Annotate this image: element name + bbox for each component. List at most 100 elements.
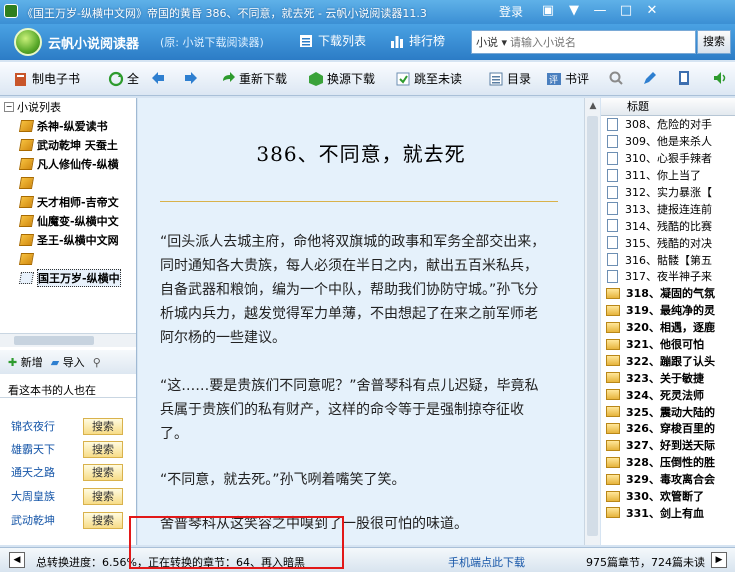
chapter-row[interactable]: 313、捷报连连前: [601, 200, 735, 217]
chapter-row[interactable]: 327、好到送天际: [601, 437, 735, 454]
toc-button[interactable]: 目录: [488, 70, 531, 87]
chapter-row[interactable]: 310、心狠手辣者: [601, 150, 735, 167]
novel-item[interactable]: 武动乾坤 天蚕土: [0, 135, 136, 154]
reading-pane[interactable]: 386、不同意，就去死 “回头派人去城主府，命他将双旗城的政事和军务全部交出来，…: [138, 98, 584, 545]
chapter-row[interactable]: 311、你上当了: [601, 167, 735, 184]
review-button[interactable]: 评 书评: [546, 70, 589, 87]
ranking-button[interactable]: 排行榜: [389, 32, 445, 49]
novel-item[interactable]: 仙魔变-纵横中文: [0, 211, 136, 230]
chapter-row[interactable]: 318、凝固的气氛: [601, 285, 735, 302]
novel-item[interactable]: [0, 173, 136, 192]
recommendation-search-button[interactable]: 搜索: [83, 487, 123, 505]
read-page-icon: [607, 117, 618, 131]
collapse-right-icon[interactable]: ▶: [711, 552, 727, 568]
chapter-row[interactable]: 324、死灵法师: [601, 386, 735, 403]
reader-vscrollbar[interactable]: ▲: [584, 98, 600, 545]
search-input[interactable]: [510, 35, 671, 49]
change-source-button[interactable]: 换源下载: [308, 70, 375, 87]
back-button[interactable]: [150, 70, 166, 86]
recommendation-link[interactable]: 雄霸天下: [11, 441, 55, 457]
make-ebook-button[interactable]: 制电子书: [13, 70, 80, 87]
recommendation-link[interactable]: 武动乾坤: [11, 512, 55, 528]
edit-button[interactable]: [642, 70, 658, 86]
recommendation-link[interactable]: 锦衣夜行: [11, 418, 55, 434]
chapter-row[interactable]: 320、相遇，逐鹿: [601, 319, 735, 336]
book-icon: [18, 233, 35, 246]
chapter-counts: 975篇章节，724篇未读: [586, 556, 705, 569]
recommendation-search-button[interactable]: 搜索: [83, 440, 123, 458]
recommendation-link[interactable]: 通天之路: [11, 464, 55, 480]
novel-list-header[interactable]: − 小说列表: [0, 98, 136, 116]
recommendation-search-button[interactable]: 搜索: [83, 463, 123, 481]
skin-icon[interactable]: ▣: [537, 2, 559, 20]
chapter-row[interactable]: 330、欢管断了: [601, 488, 735, 505]
forward-button[interactable]: [183, 70, 199, 86]
maximize-icon[interactable]: □: [615, 2, 637, 20]
scroll-thumb[interactable]: [587, 116, 598, 536]
chapter-list: 308、危险的对手 309、他是来杀人 310、心狠手辣者 311、你上当了 312、实…: [601, 116, 735, 521]
recommendation-link[interactable]: 大周皇族: [11, 488, 55, 504]
chapter-row[interactable]: 325、震动大陆的: [601, 403, 735, 420]
add-novel-button[interactable]: ✚ 新增: [8, 354, 43, 370]
book-icon: [18, 138, 35, 151]
chapter-row[interactable]: 309、他是来杀人: [601, 133, 735, 150]
chapter-row[interactable]: 321、他很可怕: [601, 336, 735, 353]
chapter-row[interactable]: 319、最纯净的灵: [601, 302, 735, 319]
mobile-download-link[interactable]: 手机端点此下载: [448, 554, 525, 570]
chapter-row[interactable]: 323、关于敏捷: [601, 369, 735, 386]
chapter-row[interactable]: 308、危险的对手: [601, 116, 735, 133]
login-link[interactable]: 登录: [499, 3, 523, 20]
sound-button[interactable]: [712, 70, 728, 86]
chapter-title-label: 331、剑上有血: [626, 506, 704, 520]
search-button[interactable]: 搜索: [697, 30, 731, 54]
chapter-row[interactable]: 322、蹦跟了认头: [601, 352, 735, 369]
chapter-title-label: 318、凝固的气氛: [626, 287, 715, 301]
import-button[interactable]: ▰ 导入: [51, 354, 85, 370]
collapse-icon[interactable]: −: [4, 102, 14, 112]
download-list-button[interactable]: 下载列表: [298, 32, 366, 49]
chapter-row[interactable]: 315、残酷的对决: [601, 234, 735, 251]
unread-envelope-icon: [606, 406, 620, 418]
read-page-icon: [607, 269, 618, 283]
chapter-list-header[interactable]: 标题: [601, 98, 735, 116]
jump-unread-button[interactable]: 跳至未读: [395, 70, 462, 87]
chapter-title-label: 327、好到送天际: [626, 439, 715, 453]
scroll-thumb[interactable]: [14, 336, 94, 345]
read-page-icon: [607, 202, 618, 216]
chapter-row[interactable]: 329、毒攻离合会: [601, 471, 735, 488]
change-source-icon: [309, 71, 323, 86]
chapter-row[interactable]: 328、压倒性的胜: [601, 454, 735, 471]
chapter-row[interactable]: 326、穿梭百里的: [601, 420, 735, 437]
book-icon: [18, 119, 35, 132]
novel-item-selected[interactable]: 国王万岁-纵横中: [0, 268, 136, 287]
unread-envelope-icon: [606, 338, 620, 350]
bookmark-button[interactable]: [676, 70, 692, 86]
chapter-row[interactable]: 312、实力暴涨【: [601, 184, 735, 201]
chapter-row[interactable]: 314、残酷的比赛: [601, 217, 735, 234]
find-button[interactable]: [608, 70, 624, 86]
close-icon[interactable]: ✕: [641, 2, 663, 20]
search-category-select[interactable]: 小说 ▾: [472, 34, 510, 50]
chapter-title-label: 314、残酷的比赛: [625, 219, 712, 233]
minimize-icon[interactable]: —: [589, 2, 611, 20]
novel-item[interactable]: 凡人修仙传-纵横: [0, 154, 136, 173]
unread-envelope-icon: [606, 439, 620, 451]
scroll-up-icon[interactable]: ▲: [585, 98, 601, 114]
novel-item[interactable]: 杀神-纵爱读书: [0, 116, 136, 135]
novel-item[interactable]: 天才相师-吉帝文: [0, 192, 136, 211]
menu-icon[interactable]: ▼: [563, 2, 585, 20]
all-button[interactable]: 全: [108, 70, 139, 87]
unread-envelope-icon: [606, 473, 620, 485]
redownload-button[interactable]: 重新下载: [220, 70, 287, 87]
novel-item[interactable]: [0, 249, 136, 268]
novel-list-hscrollbar[interactable]: [0, 333, 136, 347]
chapter-row[interactable]: 316、骷髅【第五: [601, 251, 735, 268]
status-bar: ◀ 总转换进度：6.56%，正在转换的章节：64、再入暗黑 手机端点此下载 97…: [0, 547, 735, 572]
search-small-icon[interactable]: ⚲: [93, 356, 101, 369]
recommendation-search-button[interactable]: 搜索: [83, 417, 123, 435]
novel-item[interactable]: 圣王-纵横中文网: [0, 230, 136, 249]
collapse-left-icon[interactable]: ◀: [9, 552, 25, 568]
chapter-row[interactable]: 317、夜半神子来: [601, 268, 735, 285]
recommendation-search-button[interactable]: 搜索: [83, 511, 123, 529]
chapter-row[interactable]: 331、剑上有血: [601, 504, 735, 521]
